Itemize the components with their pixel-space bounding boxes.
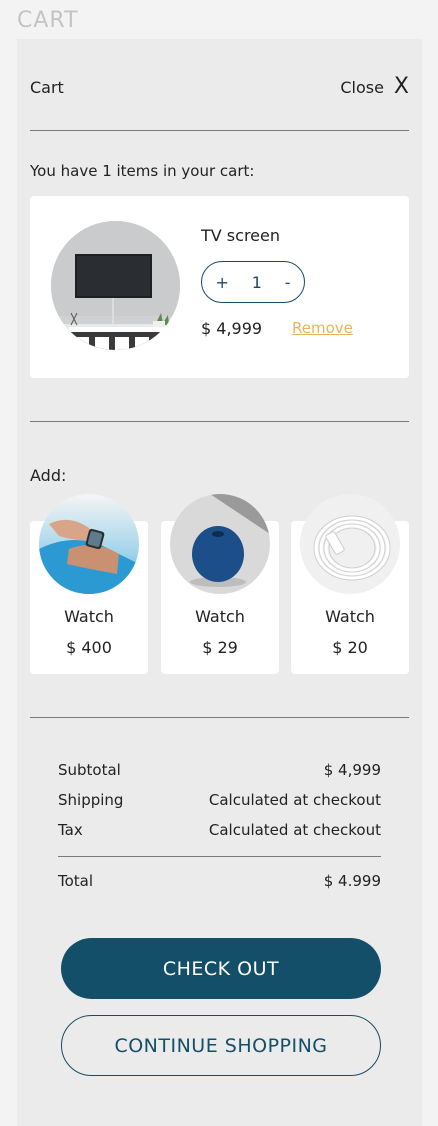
continue-shopping-button[interactable]: CONTINUE SHOPPING	[61, 1015, 381, 1076]
qty-minus-button[interactable]: -	[281, 273, 295, 292]
qty-value: 1	[251, 272, 262, 292]
cart-panel: Cart Close X You have 1 items in your ca…	[17, 39, 422, 1126]
tax-label: Tax	[58, 821, 83, 839]
quantity-stepper: + 1 -	[201, 261, 305, 303]
items-count-text: You have 1 items in your cart:	[30, 162, 255, 180]
subtotal-row: Subtotal $ 4,999	[58, 761, 381, 779]
cart-header: Cart Close X	[30, 75, 409, 99]
cable-image	[300, 494, 400, 594]
cart-item-price: $ 4,999	[201, 319, 263, 338]
qty-plus-button[interactable]: +	[211, 273, 232, 292]
remove-link[interactable]: Remove	[292, 319, 353, 337]
close-icon: X	[393, 74, 409, 99]
tax-row: Tax Calculated at checkout	[58, 821, 381, 839]
subtotal-value: $ 4,999	[323, 761, 381, 779]
close-button[interactable]: Close X	[340, 76, 409, 98]
cart-item-card: TV screen + 1 - $ 4,999 Remove	[30, 196, 409, 378]
smartwatch-image	[39, 494, 139, 594]
addon-name: Watch	[195, 607, 245, 626]
shipping-value: Calculated at checkout	[208, 791, 381, 809]
tax-value: Calculated at checkout	[208, 821, 381, 839]
divider	[30, 717, 409, 718]
total-value: $ 4.999	[323, 872, 381, 890]
divider	[30, 130, 409, 131]
divider	[58, 856, 381, 857]
subtotal-label: Subtotal	[58, 761, 121, 779]
divider	[30, 421, 409, 422]
close-label: Close	[340, 77, 384, 97]
page-heading: CART	[17, 8, 79, 33]
shipping-row: Shipping Calculated at checkout	[58, 791, 381, 809]
cart-title: Cart	[30, 77, 64, 97]
smart-speaker-image	[170, 494, 270, 594]
addon-price: $ 29	[202, 638, 238, 657]
shipping-label: Shipping	[58, 791, 124, 809]
addon-name: Watch	[64, 607, 114, 626]
addons-label: Add:	[30, 466, 67, 485]
total-label: Total	[58, 872, 94, 890]
addon-name: Watch	[325, 607, 375, 626]
tv-screen-image	[51, 221, 180, 350]
addon-price: $ 400	[66, 638, 112, 657]
cart-item-title: TV screen	[201, 226, 280, 245]
addon-price: $ 20	[332, 638, 368, 657]
checkout-button[interactable]: CHECK OUT	[61, 938, 381, 999]
total-row: Total $ 4.999	[58, 872, 381, 890]
